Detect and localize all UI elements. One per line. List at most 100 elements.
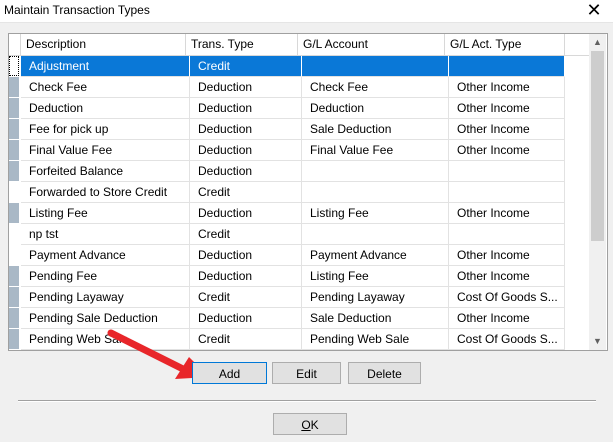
delete-button[interactable]: Delete	[348, 362, 421, 384]
cell-trans-type[interactable]: Credit	[190, 287, 302, 308]
row-indicator[interactable]	[9, 224, 19, 244]
row-indicator[interactable]	[9, 266, 19, 286]
cell-gl-account[interactable]	[302, 161, 449, 182]
cell-gl-act-type[interactable]: Other Income	[449, 98, 565, 119]
column-header-gl-act-type[interactable]: G/L Act. Type	[445, 34, 565, 55]
row-indicator[interactable]	[9, 140, 19, 160]
ok-button[interactable]: OK	[273, 413, 347, 435]
row-indicator[interactable]	[9, 308, 19, 328]
cell-gl-account[interactable]: Sale Deduction	[302, 308, 449, 329]
cell-description[interactable]: Pending Layaway	[21, 287, 190, 308]
cell-description[interactable]: Forwarded to Store Credit	[21, 182, 190, 203]
scroll-down-icon[interactable]: ▼	[589, 333, 606, 350]
cell-trans-type[interactable]: Credit	[190, 56, 302, 77]
cell-gl-act-type[interactable]	[449, 224, 565, 245]
title-bar: Maintain Transaction Types ✕	[0, 0, 613, 23]
cell-gl-act-type[interactable]: Other Income	[449, 203, 565, 224]
cell-description[interactable]: Deduction	[21, 98, 190, 119]
table-row[interactable]: np tst Credit	[9, 224, 565, 245]
cell-gl-act-type[interactable]	[449, 56, 565, 77]
table-row[interactable]: Deduction Deduction Deduction Other Income	[9, 98, 565, 119]
cell-trans-type[interactable]: Deduction	[190, 203, 302, 224]
row-indicator[interactable]	[9, 98, 19, 118]
cell-description[interactable]: Fee for pick up	[21, 119, 190, 140]
cell-trans-type[interactable]: Deduction	[190, 245, 302, 266]
cell-gl-act-type[interactable]: Cost Of Goods S...	[449, 329, 565, 350]
cell-trans-type[interactable]: Credit	[190, 224, 302, 245]
cell-trans-type[interactable]: Deduction	[190, 77, 302, 98]
row-indicator[interactable]	[9, 77, 19, 97]
cell-gl-act-type[interactable]	[449, 182, 565, 203]
table-row[interactable]: Pending Layaway Credit Pending Layaway Cost…	[9, 287, 565, 308]
divider	[18, 400, 596, 402]
cell-description[interactable]: Payment Advance	[21, 245, 190, 266]
table-row[interactable]: Final Value Fee Deduction Final Value Fee O…	[9, 140, 565, 161]
cell-gl-act-type[interactable]: Cost Of Goods S...	[449, 287, 565, 308]
edit-button[interactable]: Edit	[272, 362, 341, 384]
cell-gl-account[interactable]: Listing Fee	[302, 203, 449, 224]
column-header-trans-type[interactable]: Trans. Type	[186, 34, 298, 55]
cell-gl-account[interactable]: Pending Web Sale	[302, 329, 449, 350]
close-icon[interactable]: ✕	[585, 1, 603, 19]
vertical-scrollbar[interactable]: ▲ ▼	[589, 34, 606, 350]
cell-gl-act-type[interactable]: Other Income	[449, 140, 565, 161]
cell-gl-account[interactable]: Check Fee	[302, 77, 449, 98]
cell-trans-type[interactable]: Deduction	[190, 98, 302, 119]
cell-gl-act-type[interactable]: Other Income	[449, 245, 565, 266]
row-indicator[interactable]	[9, 287, 19, 307]
cell-description[interactable]: Adjustment	[21, 56, 190, 77]
cell-gl-act-type[interactable]: Other Income	[449, 119, 565, 140]
cell-description[interactable]: Forfeited Balance	[21, 161, 190, 182]
table-row[interactable]: Forfeited Balance Deduction	[9, 161, 565, 182]
column-header-gl-account[interactable]: G/L Account	[298, 34, 445, 55]
cell-gl-act-type[interactable]	[449, 161, 565, 182]
cell-trans-type[interactable]: Deduction	[190, 119, 302, 140]
cell-description[interactable]: np tst	[21, 224, 190, 245]
row-indicator[interactable]	[9, 329, 19, 349]
cell-gl-account[interactable]: Payment Advance	[302, 245, 449, 266]
cell-description[interactable]: Final Value Fee	[21, 140, 190, 161]
row-indicator[interactable]	[9, 203, 19, 223]
cell-gl-act-type[interactable]: Other Income	[449, 308, 565, 329]
table-row[interactable]: Pending Sale Deduction Deduction Sale Dedu…	[9, 308, 565, 329]
cell-trans-type[interactable]: Deduction	[190, 266, 302, 287]
cell-gl-act-type[interactable]: Other Income	[449, 266, 565, 287]
cell-gl-account[interactable]: Final Value Fee	[302, 140, 449, 161]
cell-description[interactable]: Check Fee	[21, 77, 190, 98]
row-indicator[interactable]	[9, 119, 19, 139]
window-title: Maintain Transaction Types	[4, 3, 150, 17]
row-indicator[interactable]	[9, 245, 19, 265]
table-row[interactable]: Adjustment Credit	[9, 56, 565, 77]
scroll-up-icon[interactable]: ▲	[589, 34, 606, 51]
ok-button-label-rest: K	[310, 418, 319, 432]
cell-gl-account[interactable]	[302, 56, 449, 77]
cell-gl-account[interactable]: Deduction	[302, 98, 449, 119]
table-row[interactable]: Payment Advance Deduction Payment Advance O…	[9, 245, 565, 266]
column-header-description[interactable]: Description	[21, 34, 186, 55]
header-indicator-cell	[9, 34, 21, 55]
table-row[interactable]: Listing Fee Deduction Listing Fee Other Inc…	[9, 203, 565, 224]
cell-trans-type[interactable]: Deduction	[190, 161, 302, 182]
table-row[interactable]: Pending Web Sale Credit Pending Web Sale Co…	[9, 329, 565, 350]
add-button[interactable]: Add	[192, 362, 267, 384]
cell-gl-account[interactable]: Sale Deduction	[302, 119, 449, 140]
cell-gl-act-type[interactable]: Other Income	[449, 77, 565, 98]
cell-gl-account[interactable]: Listing Fee	[302, 266, 449, 287]
cell-trans-type[interactable]: Credit	[190, 182, 302, 203]
cell-gl-account[interactable]	[302, 182, 449, 203]
table-row[interactable]: Pending Fee Deduction Listing Fee Other Inc…	[9, 266, 565, 287]
table-row[interactable]: Check Fee Deduction Check Fee Other Income	[9, 77, 565, 98]
table-row[interactable]: Fee for pick up Deduction Sale Deduction Ot…	[9, 119, 565, 140]
transaction-types-grid[interactable]: Description Trans. Type G/L Account G/L …	[8, 33, 608, 351]
cell-description[interactable]: Listing Fee	[21, 203, 190, 224]
row-indicator[interactable]	[9, 182, 19, 202]
cell-description[interactable]: Pending Fee	[21, 266, 190, 287]
cell-gl-account[interactable]	[302, 224, 449, 245]
cell-gl-account[interactable]: Pending Layaway	[302, 287, 449, 308]
scrollbar-thumb[interactable]	[591, 51, 604, 241]
table-row[interactable]: Forwarded to Store Credit Credit	[9, 182, 565, 203]
row-indicator[interactable]	[9, 161, 19, 181]
cell-trans-type[interactable]: Deduction	[190, 140, 302, 161]
row-indicator[interactable]	[9, 56, 19, 76]
grid-header: Description Trans. Type G/L Account G/L …	[9, 34, 589, 56]
